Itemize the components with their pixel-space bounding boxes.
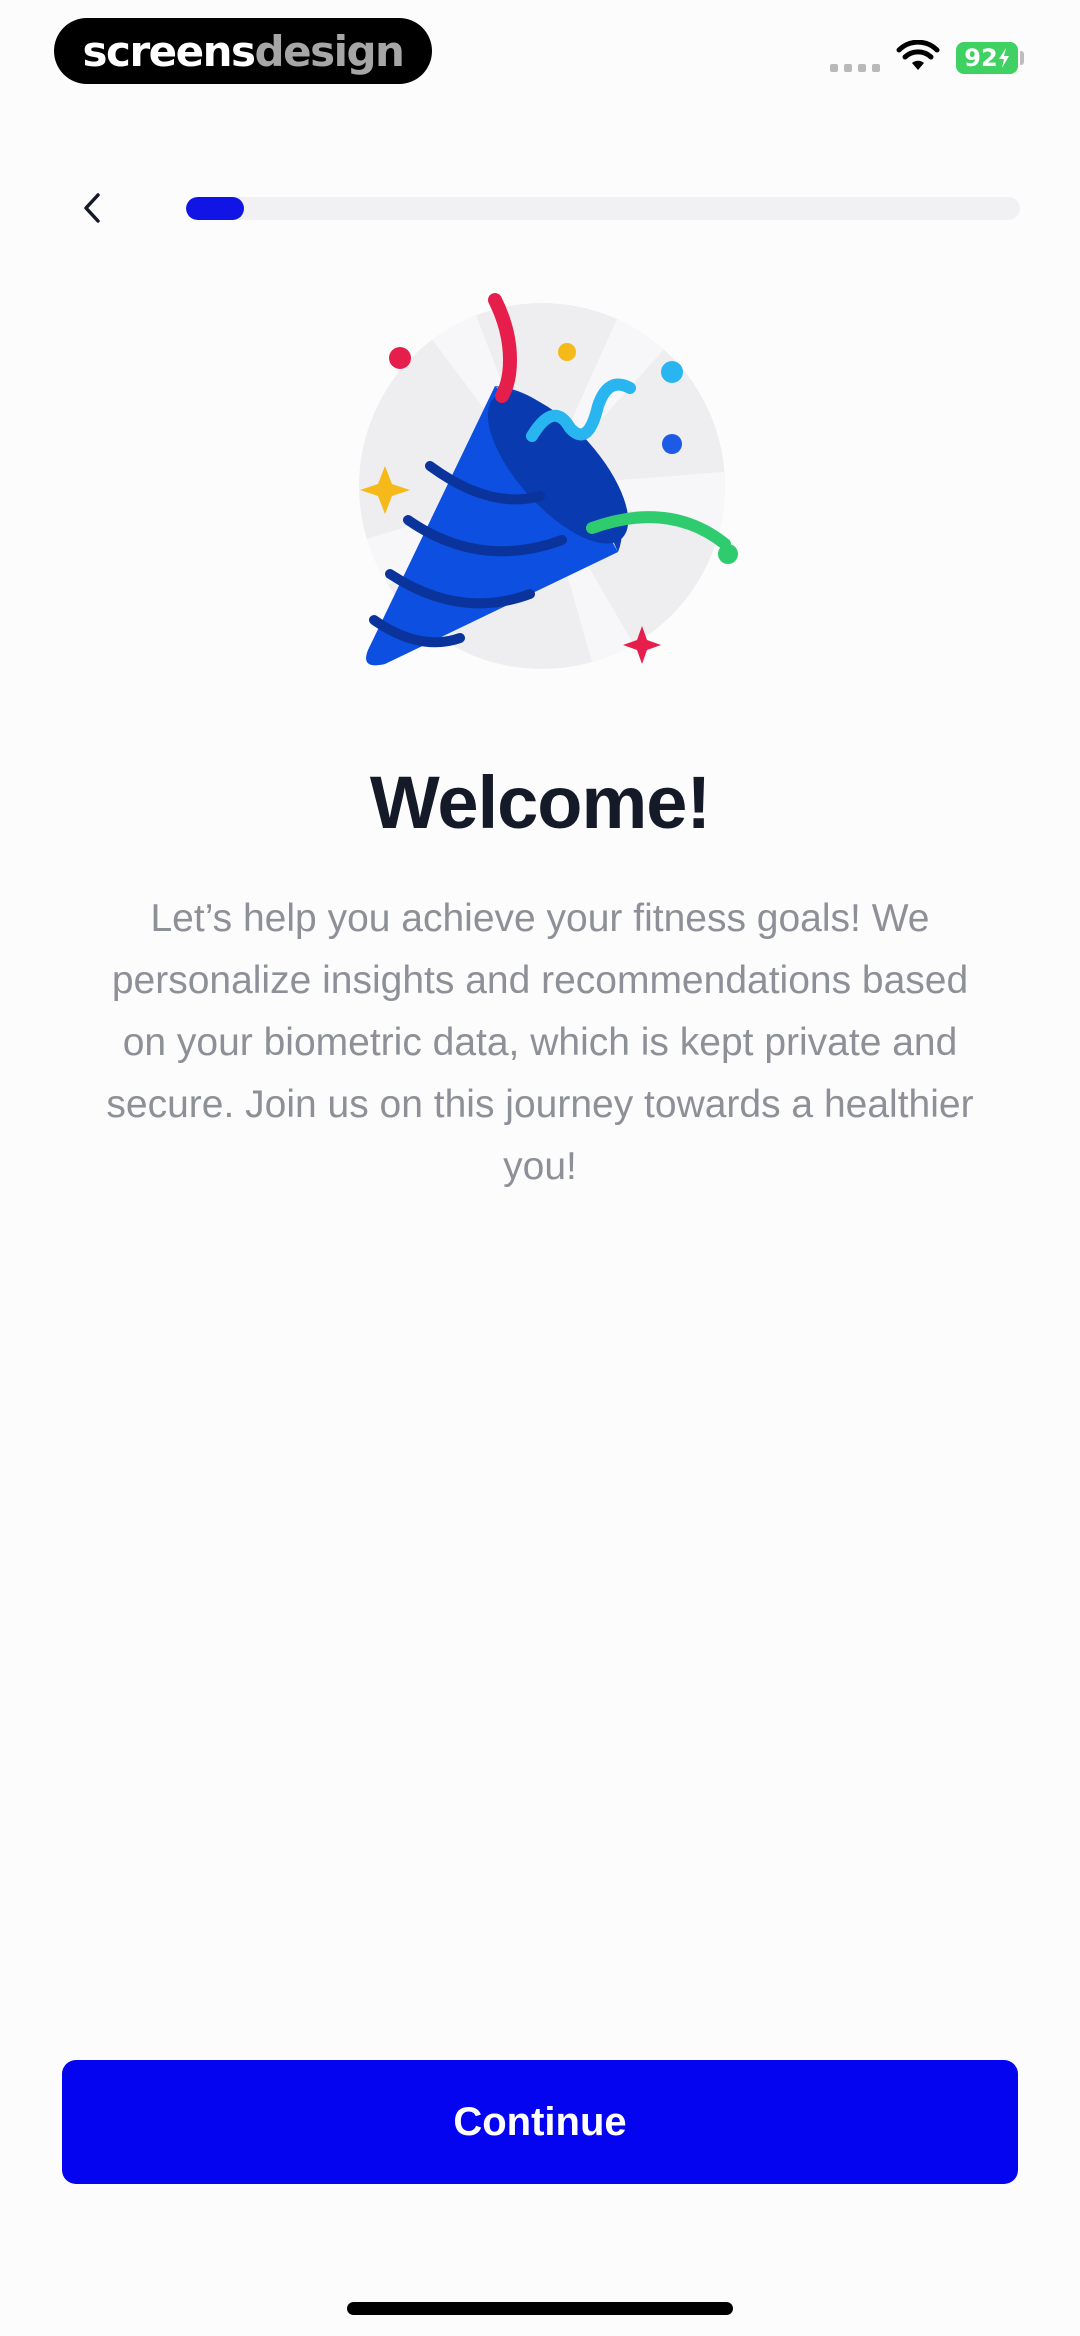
battery-level: 92 [964, 44, 998, 72]
party-popper-icon [359, 293, 738, 669]
wifi-icon [896, 40, 940, 70]
battery-icon: 92 [956, 42, 1018, 74]
battery-cap [1020, 51, 1024, 65]
welcome-description: Let’s help you achieve your fitness goal… [106, 897, 974, 1188]
continue-button[interactable]: Continue [62, 2060, 1018, 2184]
page-title: Welcome! [369, 761, 711, 844]
chevron-left-icon [84, 193, 100, 223]
back-button[interactable] [66, 186, 118, 230]
status-bar: screens design 92 [0, 0, 1080, 110]
brand-text-screens: screens [82, 26, 256, 76]
cellular-signal-icon [830, 64, 880, 72]
charging-bolt-icon [998, 48, 1009, 68]
home-indicator [347, 2302, 733, 2315]
brand-logo: screens design [54, 18, 432, 84]
brand-text-design: design [254, 26, 405, 76]
progress-bar [186, 197, 1020, 220]
progress-fill [186, 197, 245, 220]
